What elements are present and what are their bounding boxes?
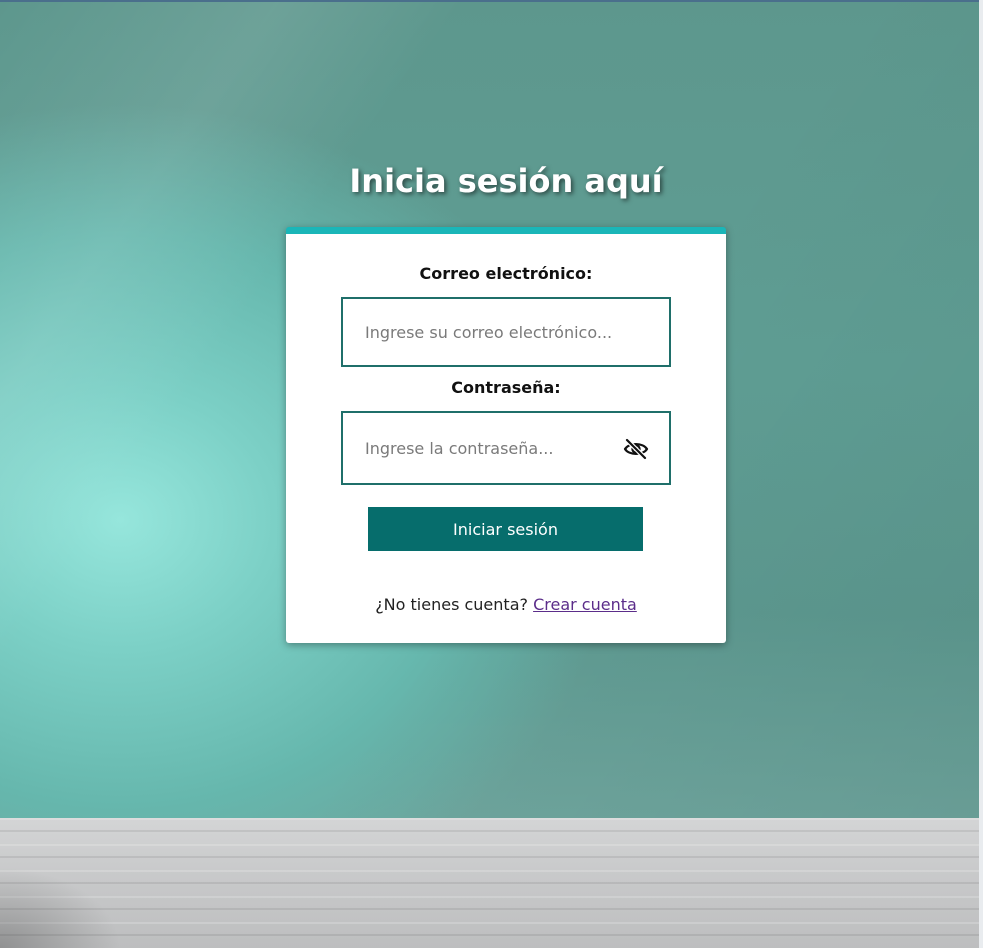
window-top-border: [0, 0, 983, 2]
password-input[interactable]: [365, 413, 605, 483]
page-title: Inicia sesión aquí: [349, 162, 663, 200]
login-button[interactable]: Iniciar sesión: [368, 507, 643, 551]
email-field-box: [341, 297, 671, 367]
eye-slash-icon[interactable]: [623, 437, 649, 461]
login-card: Correo electrónico: Contraseña: Iniciar …: [286, 227, 726, 643]
password-field-box: [341, 411, 671, 485]
email-label: Correo electrónico:: [419, 264, 593, 283]
background-floor: [0, 818, 979, 948]
password-label: Contraseña:: [451, 378, 561, 397]
register-prompt: ¿No tienes cuenta?: [375, 595, 528, 614]
email-input[interactable]: [365, 299, 655, 365]
window-right-edge: [979, 0, 983, 948]
register-prompt-line: ¿No tienes cuenta? Crear cuenta: [286, 595, 726, 614]
floor-shadow: [0, 860, 120, 948]
create-account-link[interactable]: Crear cuenta: [533, 595, 637, 614]
